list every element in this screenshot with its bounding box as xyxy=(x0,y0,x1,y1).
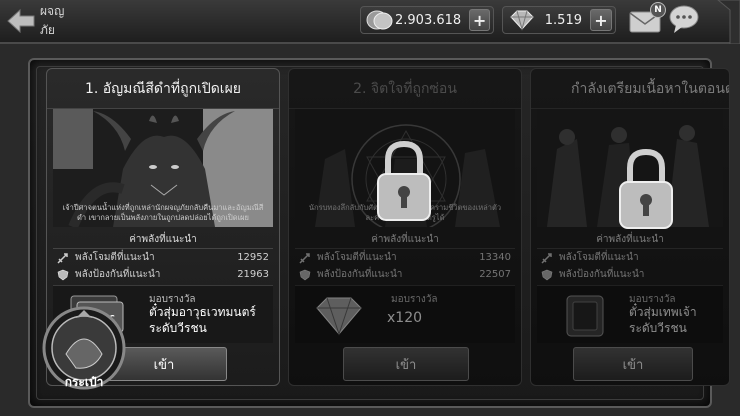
gem-amount: 1.519 xyxy=(544,12,582,28)
bag-button[interactable]: กระเป๋า xyxy=(36,304,132,400)
diamond-icon xyxy=(309,292,369,338)
defense-row: พลังป้องกันที่แนะนำ xyxy=(541,266,719,283)
recommended-power-heading: ค่าพลังที่แนะนำ xyxy=(53,231,273,249)
sword-icon xyxy=(299,252,311,264)
gem-icon xyxy=(507,8,537,32)
reward-name: ตั๋วสุ่มเทพเจ้า ระดับวีรชน xyxy=(629,305,697,335)
reward-name: ตั๋วสุ่มอาวุธเวทมนตร์ ระดับวีรชน xyxy=(149,305,256,335)
coin-amount: 2.903.618 xyxy=(395,12,462,28)
shield-icon xyxy=(299,269,311,281)
coin-counter: 2.903.618 + xyxy=(360,6,494,34)
god-ticket-icon xyxy=(557,292,617,338)
attack-value: 12952 xyxy=(237,252,269,263)
defense-label: พลังป้องกันที่แนะนำ xyxy=(559,269,645,280)
back-button[interactable]: ผจญภัย xyxy=(6,4,78,38)
sword-icon xyxy=(541,252,553,264)
attack-value: 13340 xyxy=(479,252,511,263)
back-arrow-icon xyxy=(6,6,36,36)
enter-button[interactable]: เข้า xyxy=(343,347,469,381)
reward-box: มอบรางวัล x120 xyxy=(295,285,515,343)
chat-icon[interactable] xyxy=(668,4,700,34)
padlock-icon xyxy=(372,140,436,224)
enter-button[interactable]: เข้า xyxy=(573,347,693,381)
shield-icon xyxy=(541,269,553,281)
attack-row: พลังโจมตีที่แนะนำ xyxy=(541,249,719,266)
attack-label: พลังโจมตีที่แนะนำ xyxy=(559,252,639,263)
coin-icon xyxy=(365,8,395,32)
corner-ornament-icon xyxy=(708,0,740,45)
reward-label: มอบรางวัล xyxy=(391,294,438,305)
attack-label: พลังโจมตีที่แนะนำ xyxy=(75,252,155,263)
defense-label: พลังป้องกันที่แนะนำ xyxy=(75,269,161,280)
back-label: ผจญภัย xyxy=(40,4,65,37)
reward-box: มอบรางวัล ตั๋วสุ่มเทพเจ้า ระดับวีรชน xyxy=(537,285,723,343)
sword-icon xyxy=(57,252,69,264)
defense-value: 22507 xyxy=(479,269,511,280)
attack-row: พลังโจมตีที่แนะนำ 12952 xyxy=(57,249,269,266)
defense-value: 21963 xyxy=(237,269,269,280)
padlock-icon xyxy=(614,148,678,232)
attack-row: พลังโจมตีที่แนะนำ 13340 xyxy=(299,249,511,266)
bag-label: กระเป๋า xyxy=(64,375,104,389)
recommended-power-heading: ค่าพลังที่แนะนำ xyxy=(537,231,723,249)
defense-row: พลังป้องกันที่แนะนำ 22507 xyxy=(299,266,511,283)
demon-illustration: เจ้าปีศาจตนน้ำแห่งที่ถูกเหล่านักผจญภัยกล… xyxy=(53,109,273,227)
card-title: 2. จิตใจที่ถูกซ่อน xyxy=(289,69,521,109)
defense-row: พลังป้องกันที่แนะนำ 21963 xyxy=(57,266,269,283)
add-gems-button[interactable]: + xyxy=(590,9,612,31)
card-title: 1. อัญมณีสีดำที่ถูกเปิดเผย xyxy=(47,69,279,109)
mail-new-badge: N xyxy=(650,2,666,18)
recommended-power-heading: ค่าพลังที่แนะนำ xyxy=(295,231,515,249)
card-title: กำลังเตรียมเนื้อหาในตอนต่อไป xyxy=(531,69,729,109)
attack-label: พลังโจมตีที่แนะนำ xyxy=(317,252,397,263)
card-description: เจ้าปีศาจตนน้ำแห่งที่ถูกเหล่านักผจญภัยกล… xyxy=(62,203,264,222)
shield-icon xyxy=(57,269,69,281)
defense-label: พลังป้องกันที่แนะนำ xyxy=(317,269,403,280)
top-bar: ผจญภัย 2.903.618 + 1.519 + N xyxy=(0,0,740,45)
reward-quantity: x120 xyxy=(387,310,423,326)
gem-counter: 1.519 + xyxy=(502,6,616,34)
add-coins-button[interactable]: + xyxy=(469,9,490,31)
chapter-card-2[interactable]: 2. จิตใจที่ถูกซ่อน นักรบทองลึกลับกับศัตร… xyxy=(288,68,522,386)
